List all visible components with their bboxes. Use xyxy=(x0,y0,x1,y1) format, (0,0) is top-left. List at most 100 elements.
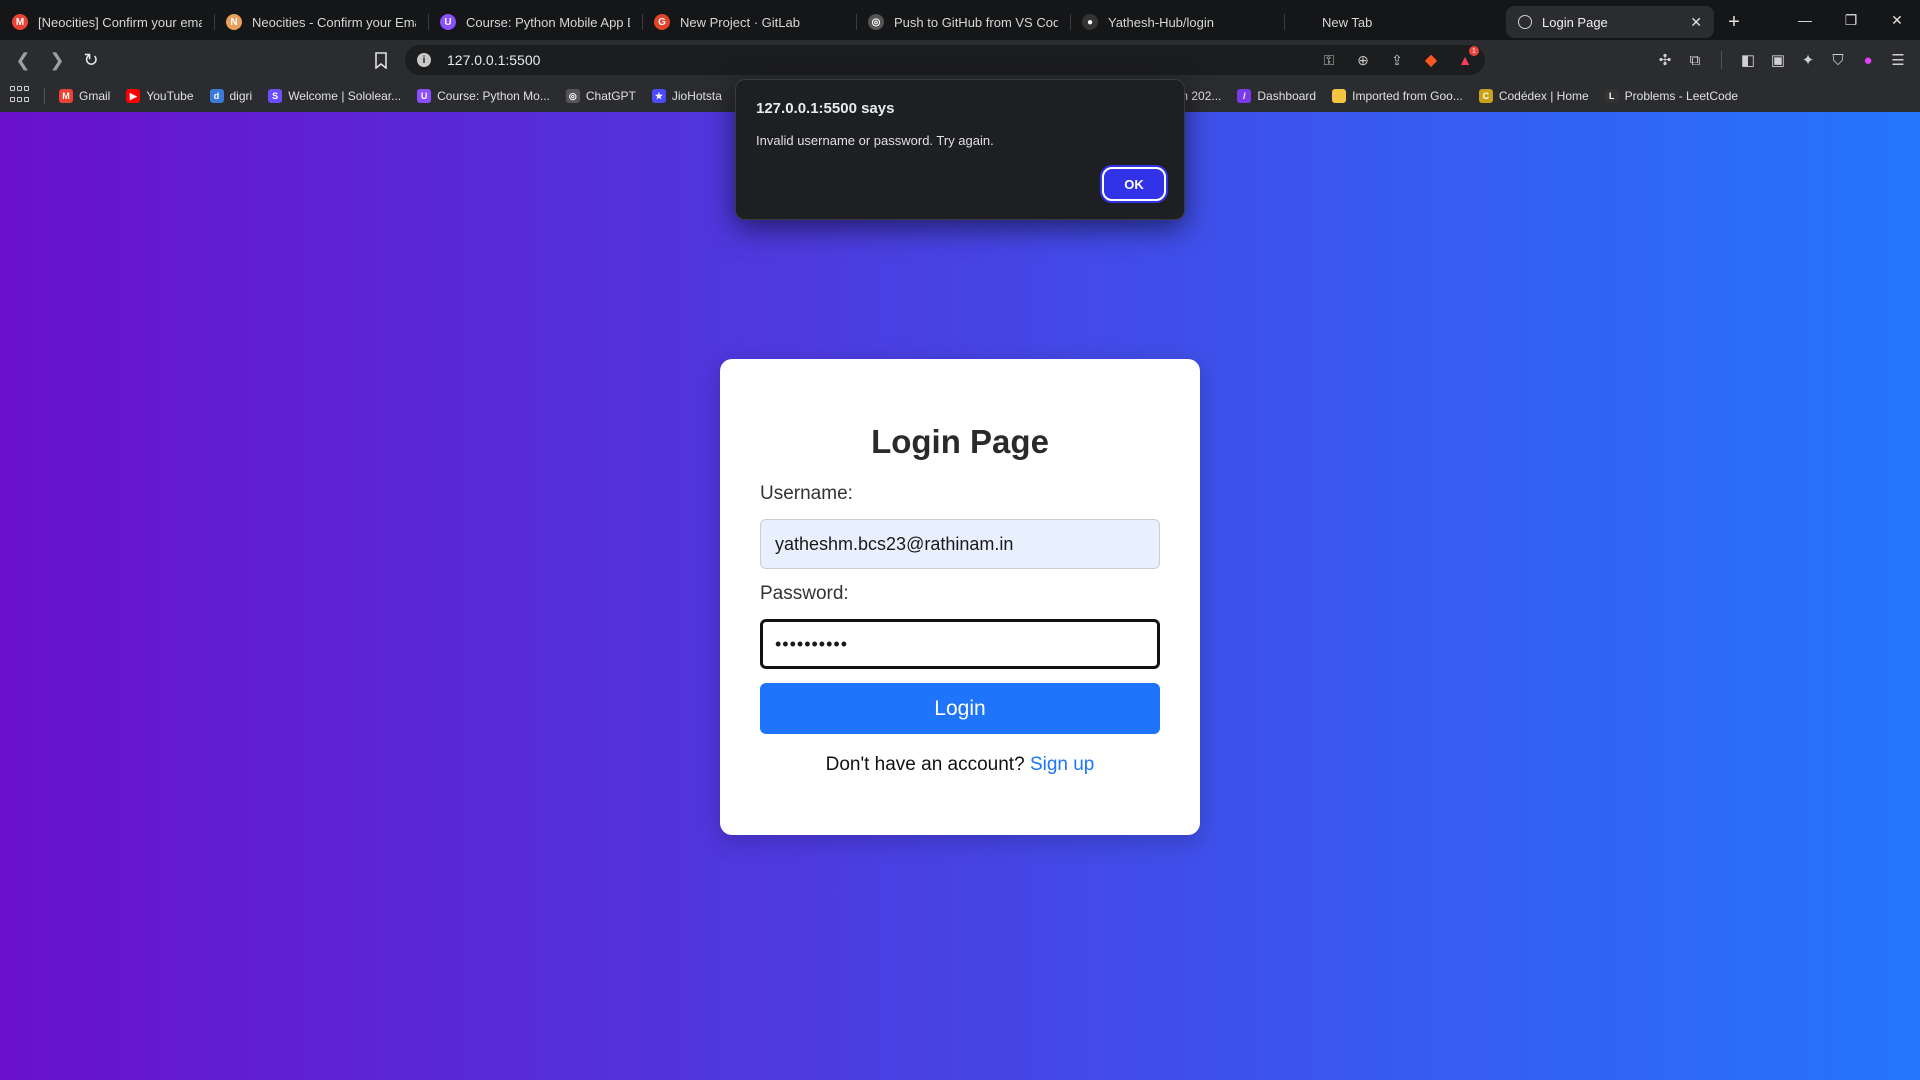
password-label: Password: xyxy=(760,583,849,604)
bookmark-label: digri xyxy=(229,89,253,103)
tab-item[interactable]: U Course: Python Mobile App De xyxy=(428,6,642,38)
profile-icon[interactable]: ● xyxy=(1858,48,1878,72)
gmail-icon: M xyxy=(59,89,73,103)
gmail-icon: M xyxy=(12,14,28,30)
brave-shields-icon[interactable]: ◆ xyxy=(1419,49,1443,71)
alert-title: 127.0.0.1:5500 says xyxy=(756,100,895,117)
bookmark-label: ChatGPT xyxy=(585,89,636,103)
digri-icon: d xyxy=(209,89,224,103)
bookmark-label: Dashboard xyxy=(1257,89,1317,103)
signup-link[interactable]: Sign up xyxy=(1030,754,1094,775)
bookmark-item[interactable]: d digri xyxy=(202,84,261,108)
address-bar[interactable]: i 127.0.0.1:5500 ⚿ ⊕ ⇪ ◆ ▲ 1 xyxy=(405,45,1485,75)
neocities-icon: N xyxy=(226,14,242,30)
course-icon: U xyxy=(440,14,456,30)
back-button[interactable]: ❮ xyxy=(6,43,40,77)
dashboard-icon: / xyxy=(1237,89,1252,103)
tab-label: [Neocities] Confirm your email xyxy=(38,14,202,30)
tab-item[interactable]: M [Neocities] Confirm your email xyxy=(0,6,214,38)
wallet-icon[interactable]: ▣ xyxy=(1768,48,1788,72)
vpn-icon[interactable]: ⛉ xyxy=(1828,48,1848,72)
bookmark-item[interactable]: ◎ ChatGPT xyxy=(558,84,644,108)
brave-rewards-icon[interactable]: ▲ 1 xyxy=(1453,46,1479,71)
bookmark-page-button[interactable] xyxy=(364,43,398,77)
alert-ok-button[interactable]: OK xyxy=(1102,167,1166,201)
toolbar-separator xyxy=(1721,51,1722,69)
close-tab-icon[interactable]: ✕ xyxy=(1690,14,1702,31)
bookmark-label: Welcome | Sololear... xyxy=(288,89,402,103)
site-info-icon[interactable]: i xyxy=(417,53,431,67)
url-text: 127.0.0.1:5500 xyxy=(447,52,541,68)
tab-label: Neocities - Confirm your Email xyxy=(252,14,416,30)
forward-button[interactable]: ❯ xyxy=(40,43,74,77)
restore-button[interactable]: ❐ xyxy=(1828,0,1874,40)
tab-label: Push to GitHub from VS Code xyxy=(894,14,1058,30)
page-viewport: Login Page Username: yatheshm.bcs23@rath… xyxy=(0,112,1920,1080)
password-input[interactable]: •••••••••• xyxy=(760,619,1160,669)
toolbar-right-actions: ✣ ⧉ ◧ ▣ ✦ ⛉ ● ☰ xyxy=(1655,48,1908,72)
bookmark-item[interactable]: / Dashboard xyxy=(1229,84,1324,108)
tab-strip: M [Neocities] Confirm your email N Neocitie… xyxy=(0,0,1920,40)
blank-icon xyxy=(1296,14,1312,30)
bookmark-item[interactable]: S Welcome | Sololear... xyxy=(260,84,409,108)
alert-dialog: 127.0.0.1:5500 says Invalid username or … xyxy=(735,79,1185,220)
back-arrow-icon: ❮ xyxy=(15,49,31,70)
signup-line: Don't have an account? Sign up xyxy=(760,754,1160,776)
key-icon[interactable]: ⚿ xyxy=(1317,49,1341,71)
jiohotstar-icon: ★ xyxy=(651,89,666,103)
menu-icon[interactable]: ☰ xyxy=(1888,48,1908,72)
window-controls: — ❐ ✕ xyxy=(1782,0,1920,40)
rewards-badge: 1 xyxy=(1469,46,1479,56)
apps-grid-icon[interactable] xyxy=(10,86,30,106)
globe-icon xyxy=(1518,15,1532,29)
folder-icon xyxy=(1332,89,1347,103)
openai-icon: ◎ xyxy=(868,14,884,30)
username-input[interactable]: yatheshm.bcs23@rathinam.in xyxy=(760,519,1160,569)
tab-active[interactable]: Login Page ✕ xyxy=(1506,6,1714,38)
bookmark-label: Imported from Goo... xyxy=(1352,89,1463,103)
sidebar-icon[interactable]: ◧ xyxy=(1738,48,1758,72)
bookmark-item[interactable]: C Codédex | Home xyxy=(1471,84,1597,108)
leo-ai-icon[interactable]: ✦ xyxy=(1798,48,1818,72)
bookmarks-right: hon 202... / Dashboard Imported from Goo...… xyxy=(1160,84,1746,108)
tab-label: Login Page xyxy=(1542,14,1608,30)
bookmark-item[interactable]: U Course: Python Mo... xyxy=(409,84,558,108)
tab-item[interactable]: G New Project · GitLab xyxy=(642,6,856,38)
tab-item[interactable]: New Tab xyxy=(1284,6,1498,38)
screenshot-icon[interactable]: ⧉ xyxy=(1685,48,1705,72)
tab-label: Course: Python Mobile App De xyxy=(466,14,630,30)
course-icon: U xyxy=(417,89,432,103)
bookmark-item[interactable]: ▶ YouTube xyxy=(118,84,201,108)
login-button[interactable]: Login xyxy=(760,683,1160,734)
bookmark-item[interactable]: ★ JioHotsta xyxy=(644,84,730,108)
bookmark-item[interactable]: Imported from Goo... xyxy=(1324,84,1471,108)
github-icon: ● xyxy=(1082,14,1098,30)
bookmark-label: Gmail xyxy=(79,89,111,103)
page-title: Login Page xyxy=(871,423,1049,460)
bookmark-label: Course: Python Mo... xyxy=(437,89,550,103)
new-tab-button[interactable]: + xyxy=(1714,6,1754,38)
zoom-icon[interactable]: ⊕ xyxy=(1351,49,1375,71)
tab-label: New Project · GitLab xyxy=(680,14,800,30)
tab-label: Yathesh-Hub/login xyxy=(1108,14,1214,30)
bookmark-label: YouTube xyxy=(146,89,194,103)
sololearn-icon: S xyxy=(268,89,283,103)
bookmark-icon xyxy=(375,51,387,69)
share-icon[interactable]: ⇪ xyxy=(1385,49,1409,71)
tab-item[interactable]: ● Yathesh-Hub/login xyxy=(1070,6,1284,38)
tab-item[interactable]: N Neocities - Confirm your Email xyxy=(214,6,428,38)
extensions-icon[interactable]: ✣ xyxy=(1655,48,1675,72)
openai-icon: ◎ xyxy=(565,89,580,103)
bookmark-item[interactable]: M Gmail xyxy=(51,84,118,108)
bookmark-label: Problems - LeetCode xyxy=(1624,89,1739,103)
bookmark-item[interactable]: L Problems - LeetCode xyxy=(1597,84,1746,108)
bookmarks-left: M Gmail ▶ YouTube d digri S Welcome | Sololear.… xyxy=(51,84,730,108)
minimize-button[interactable]: — xyxy=(1782,0,1828,40)
browser-toolbar: ❮ ❯ ↻ i 127.0.0.1:5500 ⚿ ⊕ ⇪ ◆ ▲ 1 ✣ ⧉ ◧ … xyxy=(0,40,1920,80)
login-card: Login Page Username: yatheshm.bcs23@rath… xyxy=(720,359,1200,835)
reload-button[interactable]: ↻ xyxy=(74,43,108,77)
close-window-button[interactable]: ✕ xyxy=(1874,0,1920,40)
username-label: Username: xyxy=(760,483,853,504)
tab-item[interactable]: ◎ Push to GitHub from VS Code xyxy=(856,6,1070,38)
codedex-icon: C xyxy=(1478,89,1493,103)
